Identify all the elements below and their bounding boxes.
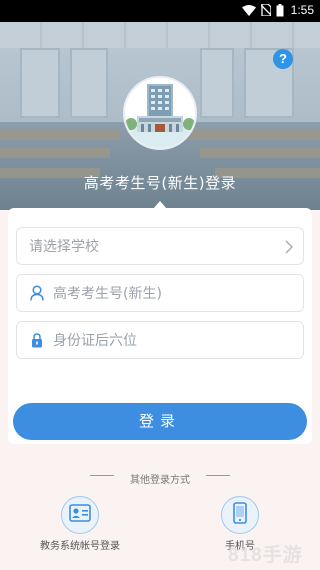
school-logo: [123, 76, 197, 150]
status-time: 1:55: [290, 3, 314, 17]
academic-account-login-label: 教务系统帐号登录: [40, 541, 120, 552]
exam-id-input[interactable]: 高考考生号(新生): [16, 274, 304, 312]
id-card-placeholder: 身份证后六位: [53, 333, 137, 349]
watermark: 818手游网: [228, 545, 303, 566]
alt-login-circle: [61, 496, 99, 534]
status-bar: 1:55: [0, 0, 320, 22]
id-card-icon: [69, 504, 91, 526]
user-icon: [27, 283, 47, 303]
login-button[interactable]: 登录: [13, 403, 307, 440]
lock-icon: [27, 330, 47, 350]
exam-id-placeholder: 高考考生号(新生): [53, 286, 162, 302]
wifi-icon: [241, 4, 256, 16]
other-login-title: 其他登录方式: [130, 475, 190, 486]
school-select-placeholder: 请选择学校: [29, 239, 99, 255]
school-select[interactable]: 请选择学校: [16, 227, 304, 265]
divider-right: [206, 475, 230, 476]
help-button[interactable]: ?: [273, 49, 293, 69]
academic-account-login-button[interactable]: 教务系统帐号登录: [38, 496, 122, 552]
id-card-password-input[interactable]: 身份证后六位: [16, 321, 304, 359]
chevron-right-icon: [285, 239, 293, 258]
page-title: 高考考生号(新生)登录: [83, 174, 237, 192]
phone-icon: [233, 502, 247, 528]
battery-icon: [276, 3, 284, 17]
alt-login-circle: [221, 496, 259, 534]
other-login-header: 其他登录方式: [0, 468, 320, 486]
no-sim-icon: [260, 4, 271, 16]
divider-left: [90, 475, 114, 476]
